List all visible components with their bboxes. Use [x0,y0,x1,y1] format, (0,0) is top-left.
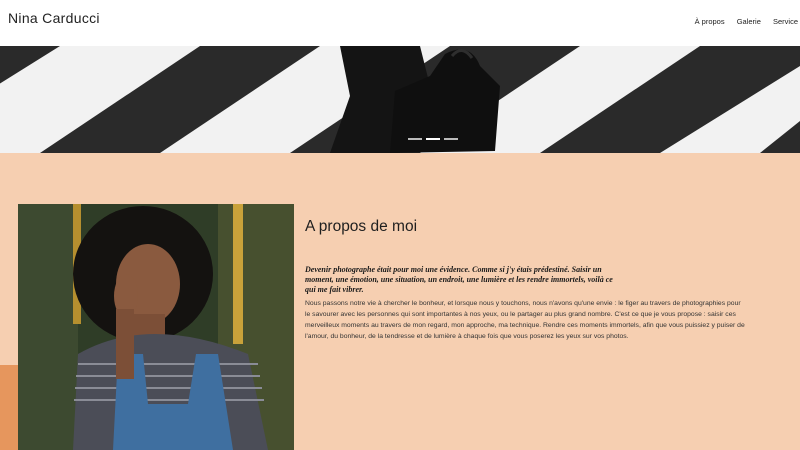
main-nav: À propos Galerie Service [685,17,798,26]
site-header: Nina Carducci À propos Galerie Service [0,0,800,46]
portrait-image [18,204,294,450]
carousel-indicator-1[interactable] [408,138,422,140]
about-body: Nous passons notre vie à chercher le bon… [305,300,745,340]
about-heading: A propos de moi [305,218,418,235]
hero-carousel [0,46,800,153]
carousel-indicator-2[interactable] [426,138,440,140]
carousel-indicator-3[interactable] [444,138,458,140]
about-intro: Devenir photographe était pour moi une é… [305,265,613,294]
nav-item-a-propos[interactable]: À propos [695,17,725,26]
accent-bar [0,365,18,450]
portrait-photo [18,204,294,450]
hero-image [0,46,800,153]
nav-item-galerie[interactable]: Galerie [737,17,761,26]
nav-item-service[interactable]: Service [773,17,798,26]
site-title[interactable]: Nina Carducci [8,10,100,26]
